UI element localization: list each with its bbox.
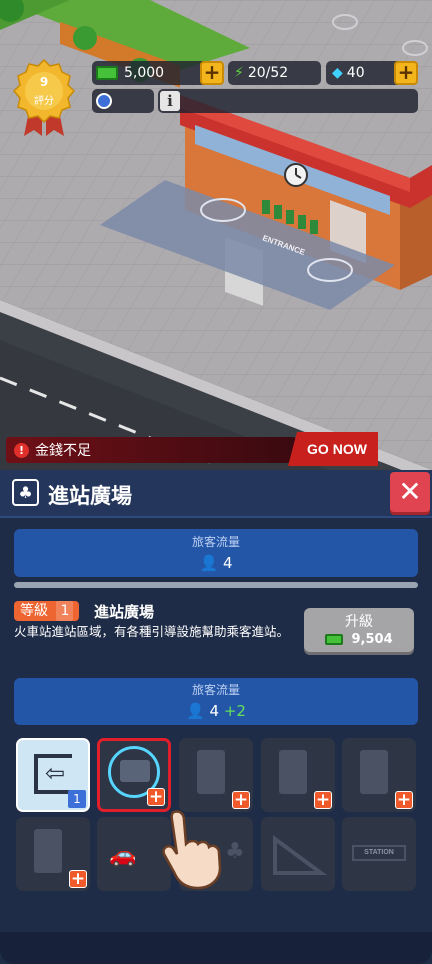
entrance-icon: ⇦ [34,754,72,794]
add-icon: + [395,790,413,810]
ticket-machine-icon [120,760,150,782]
add-gems-button[interactable]: + [394,61,418,85]
level-badge: 等級 1 [14,601,80,621]
facility-panel: ♣ 進站廣場 ✕ 旅客流量 👤 4 等級 1 進站廣場 火車站進站區域，有各種引… [0,470,432,964]
car-icon: 🚗 [109,843,137,868]
slot-kiosk-5[interactable]: + [342,738,416,812]
close-button[interactable]: ✕ [390,472,430,512]
panel-bottom-edge [0,932,432,964]
cash-icon [96,66,118,80]
panel-title: 進站廣場 [48,484,132,508]
add-icon: + [232,790,250,810]
rating-label: 評分 [34,96,54,107]
slot-ramp[interactable] [261,817,335,891]
energy-value: 20/52 [247,65,289,81]
energy-counter: ⚡ 20/52 [228,61,321,85]
next-flow-bonus: +2 [223,702,246,720]
upgrade-cost: 9,504 [351,632,393,647]
ramp-icon [273,835,328,875]
lightning-icon: ⚡ [234,65,244,81]
current-flow-value: 4 [222,554,233,572]
slot-kiosk-4[interactable]: + [261,738,335,812]
kiosk-icon [34,829,62,873]
gem-value: 40 [346,65,365,81]
plaza-icon: ♣ [12,479,39,506]
game-scene[interactable]: ENTRANCE 9 評分 5,000 + ⚡ 20/52 ◆ 40 + i !… [0,0,432,470]
money-value: 5,000 [124,65,165,81]
diamond-icon: ◆ [332,65,343,81]
alert-message: 金錢不足 [35,443,91,459]
station-sign-icon: STATION [352,845,406,861]
upgrade-button[interactable]: 升級 9,504 [304,608,414,652]
kiosk-icon [360,750,388,794]
add-icon: + [314,790,332,810]
add-icon: + [69,869,87,889]
current-flow-box: 旅客流量 👤 4 [14,529,418,577]
next-flow-label: 旅客流量 [191,683,240,697]
kiosk-icon [279,750,307,794]
next-flow-value: 4 [209,702,220,720]
cash-icon [325,634,344,645]
info-bar: i [158,89,418,113]
facility-name: 進站廣場 [94,603,155,621]
rating-value: 9 [39,75,49,89]
slot-kiosk-3[interactable]: + [179,738,253,812]
hand-pointer-icon [162,810,222,890]
info-icon[interactable]: i [160,91,180,111]
level-prefix: 等級 [20,603,48,619]
warning-icon: ! [14,442,29,458]
clock-icon [96,93,112,109]
close-icon: ✕ [398,475,422,508]
level-number: 1 [56,601,74,621]
entrance-level: 1 [68,790,86,808]
go-now-label: GO NOW [307,441,367,457]
kiosk-icon [197,750,225,794]
go-now-button[interactable]: GO NOW [288,432,378,466]
timer-bar[interactable] [92,89,154,113]
panel-header: ♣ 進站廣場 [0,470,432,518]
slot-entrance[interactable]: ⇦ 1 [16,738,90,812]
person-icon: 👤 [199,554,219,572]
facility-description: 火車站進站區域，有各種引導設施幫助乘客進站。 [14,624,290,639]
upgrade-label: 升級 [345,614,373,630]
add-money-button[interactable]: + [200,61,224,85]
level-progress-bar [14,582,418,588]
tutorial-hand-pointer [160,810,232,890]
insufficient-money-alert: ! 金錢不足 [6,437,296,463]
next-flow-box: 旅客流量 👤 4 +2 [14,678,418,725]
current-flow-label: 旅客流量 [191,535,240,549]
rating-badge[interactable]: 9 評分 [12,58,76,138]
slot-station-sign[interactable]: STATION [342,817,416,891]
slot-ticket-machine-selected[interactable]: + [97,738,171,812]
slot-kiosk-6[interactable]: + [16,817,90,891]
person-icon: 👤 [186,702,205,720]
add-icon: + [147,787,165,807]
